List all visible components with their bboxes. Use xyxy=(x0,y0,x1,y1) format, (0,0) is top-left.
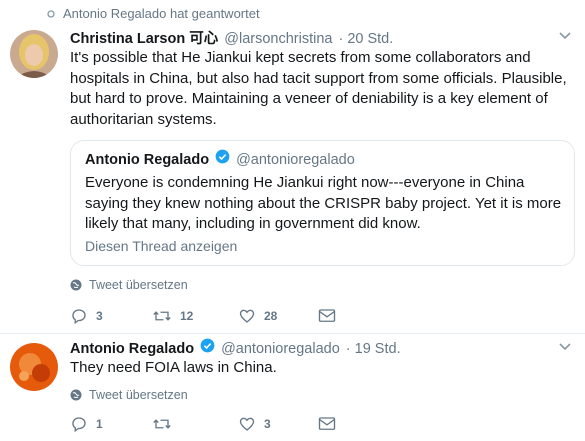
tweet1-header: Christina Larson 可心 @larsonchristina · 2… xyxy=(70,27,393,48)
quoted-tweet[interactable]: Antonio Regalado @antonioregalado Everyo… xyxy=(70,140,575,266)
quote-author-handle: @antonioregalado xyxy=(236,152,355,168)
quote-author-name: Antonio Regalado xyxy=(85,152,210,168)
retweet-button[interactable]: 12 xyxy=(152,307,238,325)
tweet2-timestamp[interactable]: · 19 Std. xyxy=(346,341,401,357)
avatar-image xyxy=(10,343,58,391)
quote-header: Antonio Regalado @antonioregalado xyxy=(85,149,355,168)
tweet2-header: Antonio Regalado @antonioregalado · 19 S… xyxy=(70,338,401,357)
reply-context-label: Antonio Regalado hat geantwortet xyxy=(63,6,260,21)
like-count: 3 xyxy=(264,417,271,431)
like-count: 28 xyxy=(264,309,278,323)
retweet-count: 12 xyxy=(180,309,194,323)
envelope-icon xyxy=(318,309,336,322)
tweet2-author-handle[interactable]: @antonioregalado xyxy=(221,341,340,357)
tweet1-author-handle[interactable]: @larsonchristina xyxy=(224,31,332,47)
tweet1-timestamp[interactable]: · 20 Std. xyxy=(338,31,393,47)
reply-icon xyxy=(72,417,86,433)
dm-button[interactable] xyxy=(318,308,336,324)
envelope-icon xyxy=(318,417,336,430)
like-button[interactable]: 28 xyxy=(238,307,318,325)
verified-badge-icon xyxy=(215,149,230,164)
retweet-icon xyxy=(153,311,171,321)
avatar-image xyxy=(10,30,58,78)
chevron-down-icon[interactable] xyxy=(558,342,572,352)
reply-count: 3 xyxy=(96,309,103,323)
reply-button[interactable]: 1 xyxy=(70,415,152,433)
reply-button[interactable]: 3 xyxy=(70,307,152,325)
translate-label: Tweet übersetzen xyxy=(89,278,188,292)
tweet2-author-name[interactable]: Antonio Regalado xyxy=(70,341,194,357)
quote-text: Everyone is condemning He Jiankui right … xyxy=(85,174,562,232)
reply-dot-icon xyxy=(47,9,55,18)
globe-icon xyxy=(70,279,82,291)
tweet-divider xyxy=(0,333,585,334)
tweet2-translate-link[interactable]: Tweet übersetzen xyxy=(70,388,188,402)
show-thread-link[interactable]: Diesen Thread anzeigen xyxy=(85,238,237,254)
tweet1-translate-link[interactable]: Tweet übersetzen xyxy=(70,278,188,292)
tweet1-text: It's possible that He Jiankui kept secre… xyxy=(70,49,567,128)
globe-icon xyxy=(70,389,82,401)
reply-count: 1 xyxy=(96,417,103,431)
avatar-antonio-regalado[interactable] xyxy=(10,343,58,391)
heart-icon xyxy=(239,309,255,323)
translate-label: Tweet übersetzen xyxy=(89,388,188,402)
chevron-down-icon[interactable] xyxy=(558,31,572,41)
tweet1-actions: 3 12 28 xyxy=(70,307,336,325)
retweet-button[interactable] xyxy=(152,415,238,433)
reply-icon xyxy=(72,309,86,325)
dm-button[interactable] xyxy=(318,416,336,432)
heart-icon xyxy=(239,417,255,431)
tweet2-actions: 1 3 xyxy=(70,415,336,433)
reply-context: Antonio Regalado hat geantwortet xyxy=(47,6,260,21)
like-button[interactable]: 3 xyxy=(238,415,318,433)
verified-badge-icon xyxy=(200,338,215,353)
retweet-icon xyxy=(153,419,171,429)
tweet1-author-name[interactable]: Christina Larson 可心 xyxy=(70,27,218,48)
tweet2-text: They need FOIA laws in China. xyxy=(70,359,277,376)
avatar-christina-larson[interactable] xyxy=(10,30,58,78)
